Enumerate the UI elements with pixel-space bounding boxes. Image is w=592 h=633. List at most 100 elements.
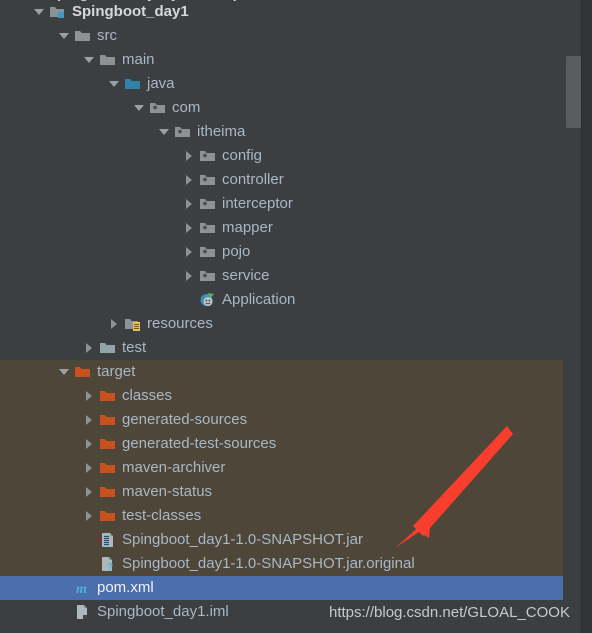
folder-package-icon — [199, 148, 217, 164]
folder-resource-root-icon — [124, 316, 142, 332]
tree-row[interactable]: resources — [0, 312, 563, 336]
chevron-right-icon[interactable] — [181, 172, 197, 188]
tree-row-label: resources — [147, 315, 213, 332]
tree-row[interactable]: test-classes — [0, 504, 563, 528]
chevron-right-icon[interactable] — [181, 148, 197, 164]
tree-row-label: maven-archiver — [122, 459, 226, 476]
folder-package-icon — [199, 220, 217, 236]
folder-excluded-icon — [99, 460, 117, 476]
tree-row[interactable]: Application — [0, 288, 563, 312]
tree-row-label: com — [172, 99, 201, 116]
tree-row[interactable]: generated-sources — [0, 408, 563, 432]
tree-row-label: mapper — [222, 219, 273, 236]
tree-row-label: test-classes — [122, 507, 202, 524]
folder-excluded-icon — [99, 388, 117, 404]
tree-row[interactable]: maven-status — [0, 480, 563, 504]
chevron-right-icon[interactable] — [181, 220, 197, 236]
tree-row[interactable]: mapper — [0, 216, 563, 240]
svg-text:m: m — [76, 582, 87, 596]
tree-row-label: main — [122, 51, 155, 68]
chevron-right-icon[interactable] — [81, 508, 97, 524]
tree-row-label: Spingboot_day1-1.0-SNAPSHOT.jar — [122, 531, 363, 548]
tree-row-label: test — [122, 339, 147, 356]
watermark-text: https://blog.csdn.net/GLOAL_COOK — [329, 604, 570, 621]
project-tool-window: Spingboot_day2_jdbcTemplateSpingboot_day… — [0, 0, 592, 633]
tree-row[interactable]: target — [0, 360, 563, 384]
chevron-right-icon[interactable] — [181, 268, 197, 284]
tree-row[interactable]: interceptor — [0, 192, 563, 216]
folder-source-root-icon — [124, 76, 142, 92]
chevron-right-icon[interactable] — [181, 244, 197, 260]
chevron-down-icon[interactable] — [81, 52, 97, 68]
right-gutter — [582, 0, 592, 633]
tree-row-label: Spingboot_day1 — [72, 3, 189, 20]
tree-row[interactable]: main — [0, 48, 563, 72]
folder-excluded-icon — [99, 508, 117, 524]
tree-row[interactable]: classes — [0, 384, 563, 408]
chevron-right-icon[interactable] — [81, 340, 97, 356]
chevron-down-icon[interactable] — [156, 124, 172, 140]
tree-row-label: config — [222, 147, 263, 164]
chevron-down-icon[interactable] — [131, 100, 147, 116]
chevron-right-icon[interactable] — [81, 412, 97, 428]
folder-package-icon — [199, 244, 217, 260]
tree-row-label: generated-test-sources — [122, 435, 277, 452]
folder-excluded-icon — [99, 412, 117, 428]
tree-row[interactable]: com — [0, 96, 563, 120]
folder-excluded-icon — [74, 364, 92, 380]
chevron-right-icon[interactable] — [81, 484, 97, 500]
tree-row[interactable]: itheima — [0, 120, 563, 144]
module-icon — [49, 4, 67, 20]
tree-row[interactable]: src — [0, 24, 563, 48]
maven-m-icon: m — [74, 580, 92, 596]
iml-file-icon — [74, 604, 92, 620]
chevron-right-icon[interactable] — [81, 460, 97, 476]
chevron-right-icon[interactable] — [81, 388, 97, 404]
tree-row[interactable]: Spingboot_day1-1.0-SNAPSHOT.jar — [0, 528, 563, 552]
tree-row-label: controller — [222, 171, 284, 188]
tree-row-label: maven-status — [122, 483, 213, 500]
tree-row-label: generated-sources — [122, 411, 248, 428]
folder-package-icon — [199, 172, 217, 188]
tree-row-label: Spingboot_day1.iml — [97, 603, 229, 620]
tree-row[interactable]: ? Spingboot_day1-1.0-SNAPSHOT.jar.origina… — [0, 552, 563, 576]
folder-excluded-icon — [99, 436, 117, 452]
tree-row-label: classes — [122, 387, 173, 404]
tree-row[interactable]: generated-test-sources — [0, 432, 563, 456]
chevron-down-icon[interactable] — [106, 76, 122, 92]
svg-text:?: ? — [107, 562, 113, 572]
folder-gray-icon — [74, 28, 92, 44]
tree-row[interactable]: java — [0, 72, 563, 96]
tree-row[interactable]: m pom.xml — [0, 576, 563, 600]
tree-row[interactable]: config — [0, 144, 563, 168]
tree-row-label: Application — [222, 291, 296, 308]
tree-row-label: java — [147, 75, 175, 92]
chevron-right-icon[interactable] — [81, 436, 97, 452]
tree-row-label: Spingboot_day1-1.0-SNAPSHOT.jar.original — [122, 555, 415, 572]
tree-row[interactable]: service — [0, 264, 563, 288]
folder-package-icon — [149, 100, 167, 116]
folder-package-icon — [199, 196, 217, 212]
tree-row[interactable]: pojo — [0, 240, 563, 264]
chevron-right-icon[interactable] — [106, 316, 122, 332]
chevron-down-icon[interactable] — [31, 4, 47, 20]
folder-excluded-icon — [99, 484, 117, 500]
spring-boot-class-icon — [199, 292, 217, 308]
tree-row-label: interceptor — [222, 195, 293, 212]
chevron-down-icon[interactable] — [56, 28, 72, 44]
scrollbar-thumb[interactable] — [566, 56, 582, 128]
tree-row[interactable]: controller — [0, 168, 563, 192]
tree-row[interactable]: maven-archiver — [0, 456, 563, 480]
folder-test-icon — [99, 340, 117, 356]
tree-row-label: service — [222, 267, 270, 284]
project-tree[interactable]: Spingboot_day2_jdbcTemplateSpingboot_day… — [0, 0, 563, 624]
chevron-down-icon[interactable] — [56, 364, 72, 380]
tree-row[interactable]: test — [0, 336, 563, 360]
chevron-right-icon[interactable] — [181, 196, 197, 212]
tree-row[interactable]: Spingboot_day1 — [0, 0, 563, 24]
archive-jar-icon — [99, 532, 117, 548]
